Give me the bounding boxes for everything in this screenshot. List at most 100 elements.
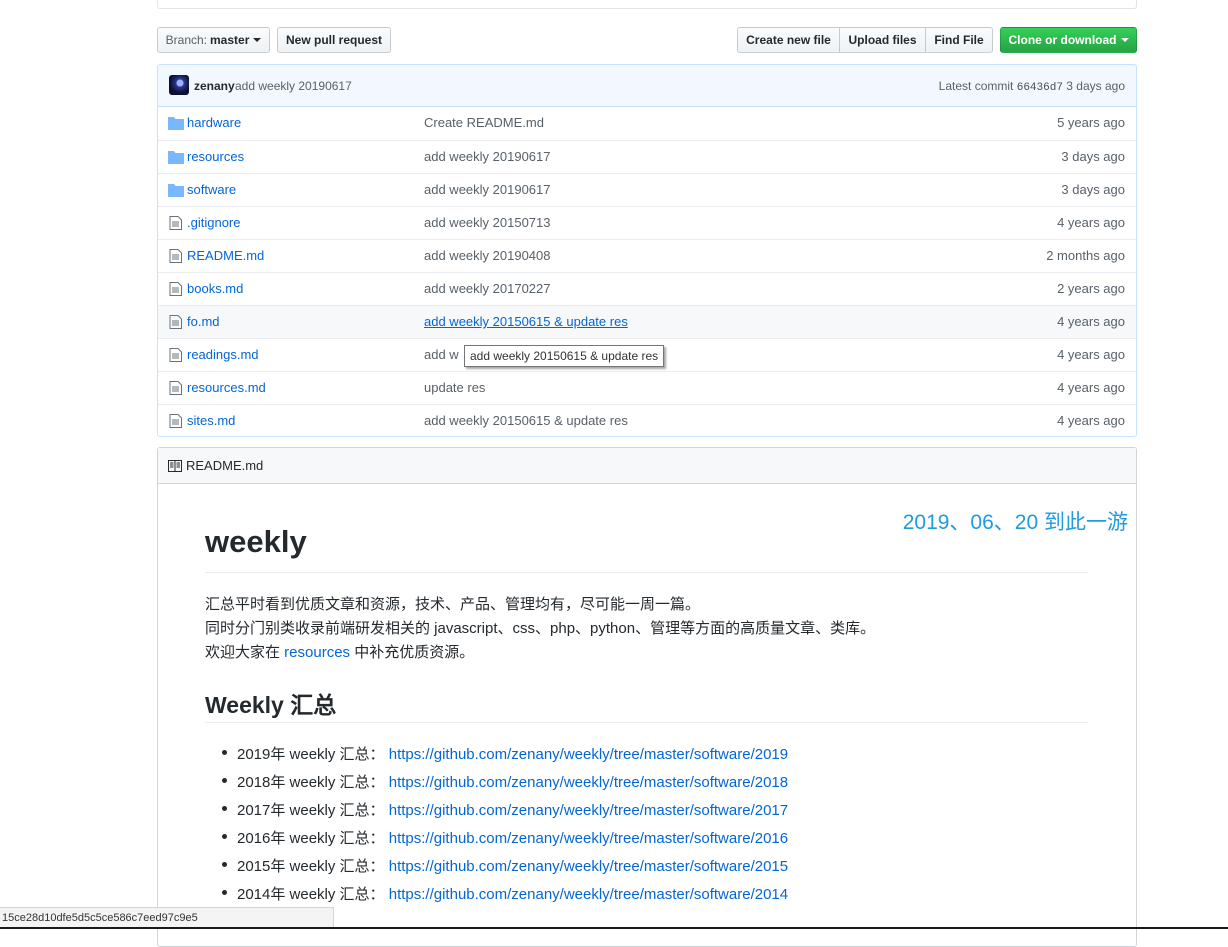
latest-commit-bar: zenany add weekly 20190617 Latest commit… — [158, 65, 1136, 107]
readme-title: weekly — [205, 524, 307, 559]
weekly-link[interactable]: https://github.com/zenany/weekly/tree/ma… — [389, 858, 788, 875]
commit-author[interactable]: zenany — [194, 79, 235, 93]
branch-select-button[interactable]: Branch: master — [157, 27, 270, 53]
caret-down-icon — [253, 38, 262, 42]
weekly-link[interactable]: https://github.com/zenany/weekly/tree/ma… — [389, 886, 788, 903]
file-commit-message[interactable]: add weekly 20150615 & update res — [424, 413, 628, 428]
weekly-link[interactable]: https://github.com/zenany/weekly/tree/ma… — [389, 746, 788, 763]
table-row: README.md add weekly 20190408 2 months a… — [158, 239, 1136, 272]
list-item-label: 2014年 weekly 汇总： — [237, 886, 389, 903]
file-commit-message[interactable]: add weekly 20150615 & update res — [424, 314, 628, 329]
file-name[interactable]: resources.md — [187, 380, 266, 395]
list-item: 2015年 weekly 汇总： https://github.com/zena… — [222, 855, 788, 876]
file-age: 4 years ago — [1057, 347, 1125, 362]
weekly-link[interactable]: https://github.com/zenany/weekly/tree/ma… — [389, 774, 788, 791]
file-commit-message[interactable]: add weekly 20150713 — [424, 215, 551, 230]
section-heading: Weekly 汇总 — [205, 692, 337, 718]
previous-panel-bottom — [157, 0, 1137, 9]
table-row: resources add weekly 20190617 3 days ago — [158, 140, 1136, 173]
commit-message[interactable]: add weekly 20190617 — [235, 79, 352, 93]
weekly-link[interactable]: https://github.com/zenany/weekly/tree/ma… — [389, 802, 788, 819]
file-name[interactable]: .gitignore — [187, 215, 240, 230]
list-item-label: 2016年 weekly 汇总： — [237, 830, 389, 847]
file-commit-message[interactable]: Create README.md — [424, 115, 544, 130]
bullet — [222, 750, 227, 755]
table-row: resources.md update res 4 years ago — [158, 371, 1136, 404]
bullet — [222, 862, 227, 867]
new-pull-request-button[interactable]: New pull request — [277, 27, 391, 53]
file-table: zenany add weekly 20190617 Latest commit… — [157, 64, 1137, 437]
visit-counter-text: 2019、06、20 到此一游 — [902, 511, 1128, 534]
file-age: 4 years ago — [1057, 413, 1125, 428]
upload-files-button[interactable]: Upload files — [839, 27, 926, 53]
browser-status-bar: 15ce28d10dfe5d5c5ce586c7eed97c9e5 — [0, 907, 334, 929]
file-icon — [169, 381, 182, 395]
file-age: 4 years ago — [1057, 215, 1125, 230]
commit-sha[interactable]: 66436d7 — [1017, 82, 1063, 94]
clone-or-download-button[interactable]: Clone or download — [1000, 27, 1137, 53]
file-name[interactable]: hardware — [187, 115, 241, 130]
file-age: 3 days ago — [1061, 149, 1125, 164]
resources-link[interactable]: resources — [284, 644, 350, 661]
file-name[interactable]: fo.md — [187, 314, 220, 329]
readme-paragraph: 欢迎大家在 resources 中补充优质资源。 — [205, 641, 474, 662]
bullet — [222, 778, 227, 783]
file-name[interactable]: software — [187, 182, 236, 197]
file-icon — [169, 249, 182, 263]
file-icon — [169, 315, 182, 329]
book-icon — [168, 460, 182, 472]
file-commit-message[interactable]: add weekly 20190408 — [424, 248, 551, 263]
file-age: 2 years ago — [1057, 281, 1125, 296]
para-text: 欢迎大家在 — [205, 644, 285, 661]
list-item-label: 2015年 weekly 汇总： — [237, 858, 389, 875]
list-item: 2016年 weekly 汇总： https://github.com/zena… — [222, 827, 788, 848]
folder-icon — [168, 184, 184, 197]
readme-paragraph: 同时分门别类收录前端研发相关的 javascript、css、php、pytho… — [205, 620, 876, 637]
readme-paragraph: 汇总平时看到优质文章和资源，技术、产品、管理均有，尽可能一周一篇。 — [205, 596, 701, 613]
para-text: 中补充优质资源。 — [350, 644, 475, 661]
readme-filename[interactable]: README.md — [186, 458, 263, 473]
file-commit-message[interactable]: add weekly 20190617 — [424, 149, 551, 164]
list-item: 2014年 weekly 汇总： https://github.com/zena… — [222, 883, 788, 904]
file-commit-message[interactable]: add weekly 20170227 — [424, 281, 551, 296]
branch-prefix: Branch: — [165, 33, 207, 47]
clone-or-download-label: Clone or download — [1008, 33, 1117, 47]
file-commit-message[interactable]: add w — [424, 347, 459, 362]
list-item: 2019年 weekly 汇总： https://github.com/zena… — [222, 743, 788, 764]
commit-message-tooltip: add weekly 20150615 & update res — [464, 345, 665, 367]
file-name[interactable]: resources — [187, 149, 244, 164]
file-age: 4 years ago — [1057, 380, 1125, 395]
folder-icon — [168, 117, 184, 130]
table-row: fo.md add weekly 20150615 & update res 4… — [158, 305, 1136, 338]
table-row: hardware Create README.md 5 years ago — [158, 107, 1136, 140]
file-name[interactable]: sites.md — [187, 413, 235, 428]
table-row: books.md add weekly 20170227 2 years ago — [158, 272, 1136, 305]
list-item-label: 2017年 weekly 汇总： — [237, 802, 389, 819]
file-name[interactable]: README.md — [187, 248, 264, 263]
file-age: 2 months ago — [1046, 248, 1125, 263]
list-item-label: 2019年 weekly 汇总： — [237, 746, 389, 763]
table-row: .gitignore add weekly 20150713 4 years a… — [158, 206, 1136, 239]
file-name[interactable]: readings.md — [187, 347, 259, 362]
file-commit-message[interactable]: add weekly 20190617 — [424, 182, 551, 197]
bullet — [222, 890, 227, 895]
file-age: 3 days ago — [1061, 182, 1125, 197]
file-age: 5 years ago — [1057, 115, 1125, 130]
find-file-button[interactable]: Find File — [925, 27, 993, 53]
table-row: software add weekly 20190617 3 days ago — [158, 173, 1136, 206]
file-icon — [169, 216, 182, 230]
file-icon — [169, 282, 182, 296]
file-commit-message[interactable]: update res — [424, 380, 485, 395]
weekly-link[interactable]: https://github.com/zenany/weekly/tree/ma… — [389, 830, 788, 847]
avatar[interactable] — [169, 75, 189, 95]
list-item: 2017年 weekly 汇总： https://github.com/zena… — [222, 799, 788, 820]
divider — [205, 572, 1088, 573]
file-icon — [169, 414, 182, 428]
latest-commit-info: Latest commit 66436d7 3 days ago — [939, 79, 1125, 94]
list-item-label: 2018年 weekly 汇总： — [237, 774, 389, 791]
create-new-file-button[interactable]: Create new file — [737, 27, 840, 53]
file-name[interactable]: books.md — [187, 281, 243, 296]
latest-commit-label: Latest commit — [938, 79, 1014, 93]
divider — [205, 722, 1088, 723]
bullet — [222, 834, 227, 839]
